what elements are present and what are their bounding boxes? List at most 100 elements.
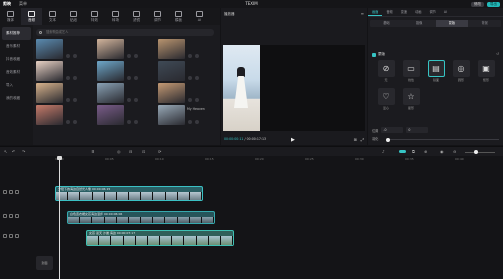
mute-icon[interactable] [15, 234, 19, 238]
tool-transition[interactable]: 转场 [105, 8, 126, 25]
property-tab[interactable]: 音频 [382, 8, 396, 16]
property-tab[interactable]: 变速 [397, 8, 411, 16]
download-icon[interactable] [73, 120, 77, 124]
tool-audio[interactable]: 音频 [21, 8, 42, 25]
freeze-icon[interactable]: ◎ [117, 149, 121, 154]
property-subtab[interactable]: 抠像 [403, 20, 436, 27]
media-card[interactable] [97, 83, 155, 103]
fit-icon[interactable]: ⊞ [353, 137, 356, 142]
playhead[interactable] [57, 156, 62, 279]
preview-axis-icon[interactable]: ⊕ [424, 149, 427, 154]
mask-checkbox[interactable] [372, 52, 376, 57]
media-card[interactable] [97, 105, 155, 125]
favorite-icon[interactable] [66, 120, 70, 124]
mask-option[interactable]: ▭ 线性 [399, 60, 423, 82]
property-tab[interactable]: 动画 [411, 8, 425, 16]
tool-effects[interactable]: 特效 [84, 8, 105, 25]
zoom-out-icon[interactable]: ⊖ [453, 149, 456, 154]
undo-icon[interactable]: ↶ [12, 149, 15, 154]
property-subtab[interactable]: 背景 [468, 20, 501, 27]
media-card[interactable] [158, 83, 216, 103]
video-clip[interactable]: 女孩 蓝天 沙滩 海边 00:00:07:17 [86, 230, 234, 246]
tool-filter[interactable]: 滤镜 [126, 8, 147, 25]
mute-icon[interactable] [15, 190, 19, 194]
download-icon[interactable] [195, 98, 199, 102]
link-icon[interactable]: ⧉ [412, 149, 415, 154]
play-icon[interactable]: ▶ [291, 137, 295, 143]
favorite-icon[interactable] [188, 120, 192, 124]
position-x-field[interactable]: -0 [381, 127, 404, 133]
download-icon[interactable] [73, 98, 77, 102]
fullscreen-icon[interactable]: ⤢ [361, 137, 364, 142]
nav-item[interactable]: 音效素材 [0, 66, 33, 79]
feather-slider[interactable] [386, 137, 499, 142]
favorite-icon[interactable] [127, 76, 131, 80]
tool-text[interactable]: 文本 [42, 8, 63, 25]
favorite-icon[interactable] [66, 98, 70, 102]
rotate-icon[interactable]: ⟳ [158, 149, 161, 154]
export-button[interactable]: 导出 [487, 1, 500, 7]
media-card[interactable]: My Heaven [158, 105, 216, 125]
redo-icon[interactable]: ↷ [22, 149, 25, 154]
download-icon[interactable] [195, 54, 199, 58]
tool-media[interactable]: 媒体 [0, 8, 21, 25]
download-icon[interactable] [134, 120, 138, 124]
mask-option[interactable]: ▣ 矩形 [474, 60, 498, 82]
cover-button[interactable]: 封面 [36, 256, 53, 270]
media-card[interactable] [97, 39, 155, 59]
favorite-icon[interactable] [66, 54, 70, 58]
property-tab[interactable]: AI [440, 8, 451, 16]
nav-item[interactable]: 素材推荐 [2, 27, 31, 40]
video-clip[interactable]: 白色连衣裙女孩海边漫步 00:00:06:06 [67, 211, 215, 224]
property-subtab[interactable]: 蒙版 [435, 20, 469, 27]
hide-icon[interactable] [9, 190, 13, 194]
favorite-icon[interactable] [188, 54, 192, 58]
nav-item[interactable]: 我的收藏 [0, 92, 33, 105]
search-input[interactable]: 搜索歌曲或艺人 [36, 29, 214, 36]
modify-button[interactable]: 修改 [471, 1, 484, 7]
mirror-icon[interactable]: ⊟ [129, 149, 132, 154]
media-card[interactable] [36, 39, 94, 59]
property-tab[interactable]: 调节 [426, 8, 440, 16]
media-card[interactable] [36, 83, 94, 103]
tool-template[interactable]: 模板 [168, 8, 189, 25]
mute-icon[interactable] [15, 214, 19, 218]
mic-icon[interactable]: ♪ [382, 149, 385, 154]
menu-icon[interactable]: ≡ [361, 11, 364, 16]
tool-sticker[interactable]: 贴纸 [63, 8, 84, 25]
download-icon[interactable] [73, 54, 77, 58]
video-clip[interactable]: 夕阳下的海边自然光人像 00:00:06:15 [55, 186, 203, 201]
favorite-icon[interactable] [188, 98, 192, 102]
media-card[interactable] [97, 61, 155, 81]
slider-knob[interactable] [386, 137, 390, 142]
lock-icon[interactable] [3, 214, 7, 218]
property-tab[interactable]: 画面 [368, 8, 383, 16]
mask-option[interactable]: ♡ 爱心 [374, 88, 398, 110]
eye-icon[interactable]: ◉ [440, 149, 444, 154]
favorite-icon[interactable] [127, 120, 131, 124]
media-card[interactable] [158, 61, 216, 81]
position-y-field[interactable]: 0 [406, 127, 429, 133]
mask-option[interactable]: ⊘ 无 [374, 60, 398, 82]
favorite-icon[interactable] [66, 76, 70, 80]
hide-icon[interactable] [9, 214, 13, 218]
select-icon[interactable]: ↖ [4, 149, 7, 154]
media-card[interactable] [36, 105, 94, 125]
lock-icon[interactable] [3, 234, 7, 238]
tool-adjust[interactable]: 调节 [147, 8, 168, 25]
reset-icon[interactable]: ↺ [496, 52, 499, 56]
mask-option[interactable]: ◎ 圆形 [449, 60, 473, 82]
nav-item[interactable]: 音乐素材 [0, 40, 33, 53]
media-card[interactable] [158, 39, 216, 59]
split-icon[interactable]: ⌷ [92, 149, 94, 154]
media-card[interactable] [36, 61, 94, 81]
crop-icon[interactable]: ⊡ [142, 149, 145, 154]
favorite-icon[interactable] [127, 54, 131, 58]
zoom-knob[interactable] [474, 150, 478, 154]
lock-icon[interactable] [3, 190, 7, 194]
download-icon[interactable] [134, 98, 138, 102]
nav-item[interactable]: 抖音收藏 [0, 53, 33, 66]
hide-icon[interactable] [9, 234, 13, 238]
mask-option[interactable]: ▤ 镜面 [424, 60, 448, 82]
nav-item[interactable]: 导入 [0, 79, 33, 92]
